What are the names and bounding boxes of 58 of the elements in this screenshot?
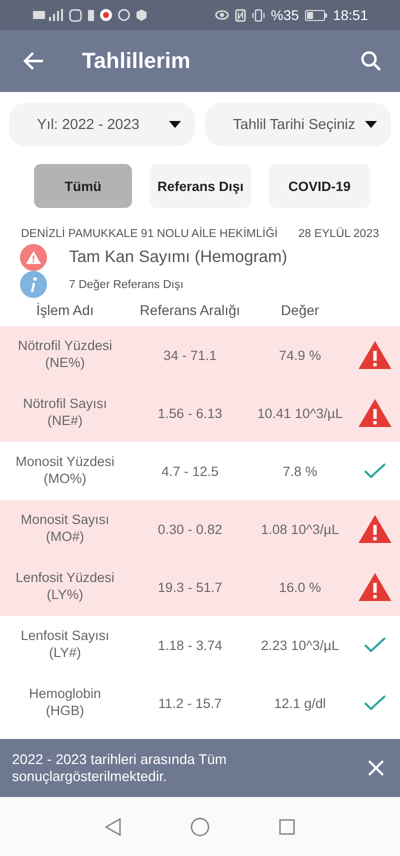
warning-icon <box>358 514 392 544</box>
caret-icon <box>365 121 377 128</box>
filter-tab[interactable]: COVID-19 <box>269 164 370 208</box>
checkmark-icon <box>364 695 386 711</box>
snackbar-message: 2022 - 2023 tarihleri arasında Tüm sonuçlargösterilmektedir. <box>12 750 228 786</box>
battery-percentage: %35 <box>270 7 299 23</box>
close-button[interactable] <box>366 758 386 778</box>
checkmark-icon <box>364 463 386 479</box>
test-name-cell-text: Monosit Yüzdesi (MO%) <box>14 454 116 488</box>
back-nav-button[interactable] <box>103 816 123 838</box>
eye-icon <box>214 10 229 20</box>
value-cell-text: 7.8 % <box>282 464 318 478</box>
range-cell-text: 1.18 - 3.74 <box>156 638 224 652</box>
nfc-icon <box>234 8 246 22</box>
test-name-cell-text: Hemoglobin (HGB) <box>28 686 102 720</box>
range-cell-text: 19.3 - 51.7 <box>156 580 224 594</box>
info-icon <box>20 271 47 298</box>
warning-icon <box>358 340 392 370</box>
filter-tab[interactable]: Tümü <box>34 164 132 208</box>
test-name: Tam Kan Sayımı (Hemogram) <box>69 248 288 267</box>
column-header: Referans Aralığı <box>138 302 242 318</box>
vibrate-icon <box>252 8 265 22</box>
summary-text: 7 Değer Referans Dışı <box>69 278 184 290</box>
signal-icon <box>33 9 63 21</box>
filter-tab[interactable]: Referans Dışı <box>150 164 251 208</box>
checkmark-icon <box>364 637 386 653</box>
value-cell-text: 2.23 10^3/µL <box>260 638 340 652</box>
column-header: Değer <box>280 302 320 318</box>
recents-nav-button[interactable] <box>277 816 297 836</box>
column-header: İşlem Adı <box>35 302 95 318</box>
range-cell-text: 1.56 - 6.13 <box>156 406 224 420</box>
battery-icon <box>304 10 327 20</box>
screen-title: Tahlillerim <box>82 48 192 74</box>
caret-icon <box>169 121 181 128</box>
dropdown-select[interactable]: Tahlil Tarihi Seçiniz <box>205 103 391 146</box>
range-cell-text: 0.30 - 0.82 <box>156 522 224 536</box>
test-name-cell-text: Nötrofil Yüzdesi (NE%) <box>16 338 114 372</box>
warning-badge-icon <box>20 244 47 271</box>
value-cell-text: 12.1 g/dl <box>273 696 327 710</box>
warning-icon <box>358 572 392 602</box>
report-date: 28 EYLÜL 2023 <box>298 228 379 240</box>
cube-icon <box>136 9 147 21</box>
range-cell-text: 11.2 - 15.7 <box>157 696 223 710</box>
value-cell-text: 16.0 % <box>278 580 322 594</box>
test-name-cell-text: Lenfosit Sayısı (LY#) <box>20 628 110 662</box>
value-cell-text: 74.9 % <box>278 348 322 362</box>
test-name-cell-text: Nötrofil Sayısı (NE#) <box>22 396 108 430</box>
clinic-name: DENİZLİ PAMUKKALE 91 NOLU AİLE HEKİMLİĞİ <box>21 228 278 240</box>
test-name-cell-text: Monosit Sayısı (MO#) <box>20 512 110 546</box>
test-name-cell-text: Lenfosit Yüzdesi (LY%) <box>14 570 116 604</box>
range-cell-text: 34 - 71.1 <box>162 348 218 362</box>
clock-time: 18:51 <box>332 7 368 23</box>
dot-app-icon <box>100 9 112 21</box>
dropdown-select[interactable]: Yıl: 2022 - 2023 <box>9 103 195 146</box>
warning-icon <box>358 398 392 428</box>
range-cell-text: 4.7 - 12.5 <box>160 464 220 478</box>
value-cell-text: 1.08 10^3/µL <box>260 522 340 536</box>
value-cell-text: 10.41 10^3/µL <box>256 406 344 420</box>
